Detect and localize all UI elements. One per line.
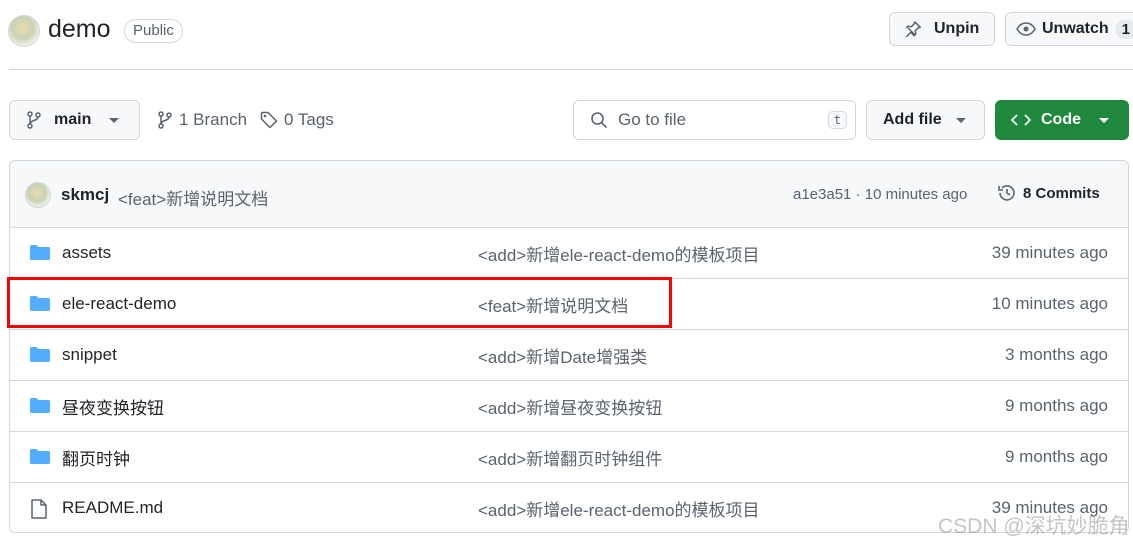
file-commit-message[interactable]: <add>新增ele-react-demo的模板项目 <box>478 241 760 266</box>
history-icon <box>997 183 1017 203</box>
commit-message[interactable]: <feat>新增说明文档 <box>118 185 268 210</box>
header-divider <box>9 69 1133 70</box>
file-row[interactable]: assets <add>新增ele-react-demo的模板项目 39 min… <box>9 227 1129 278</box>
folder-icon <box>30 346 50 363</box>
file-commit-time: 39 minutes ago <box>991 243 1108 262</box>
file-commit-message[interactable]: <add>新增ele-react-demo的模板项目 <box>478 496 760 521</box>
unwatch-label: Unwatch <box>1042 20 1109 37</box>
watermark: CSDN @深坑妙脆角 <box>938 515 1130 538</box>
file-name[interactable]: snippet <box>62 345 117 365</box>
repo-owner-avatar[interactable] <box>8 15 40 47</box>
commit-hash-time[interactable]: a1e3a51 · 10 minutes ago <box>793 186 967 203</box>
file-commit-message[interactable]: <add>新增翻页时钟组件 <box>478 445 662 470</box>
code-button[interactable]: Code <box>995 100 1129 140</box>
code-label: Code <box>1041 111 1081 128</box>
search-placeholder: Go to file <box>618 110 687 129</box>
branch-name: main <box>54 111 92 128</box>
eye-icon <box>1016 21 1036 37</box>
file-commit-time: 9 months ago <box>1004 396 1108 415</box>
chevron-down-icon <box>109 117 120 123</box>
file-name[interactable]: 翻页时钟 <box>62 445 130 470</box>
file-commit-message[interactable]: <add>新增昼夜变换按钮 <box>478 394 662 419</box>
file-commit-message[interactable]: <add>新增Date增强类 <box>478 343 647 368</box>
file-row[interactable]: 翻页时钟 <add>新增翻页时钟组件 9 months ago <box>9 431 1129 482</box>
file-row[interactable]: snippet <add>新增Date增强类 3 months ago <box>9 329 1129 380</box>
shortcut-key: t <box>827 111 847 129</box>
folder-icon <box>30 397 50 414</box>
unpin-label: Unpin <box>934 20 980 37</box>
chevron-down-icon <box>1099 117 1109 123</box>
watch-count: 1 <box>1114 19 1133 39</box>
unwatch-button[interactable]: Unwatch 1 <box>1005 12 1133 46</box>
commit-author[interactable]: skmcj <box>61 185 109 205</box>
file-name[interactable]: assets <box>62 243 111 263</box>
repo-name[interactable]: demo <box>48 15 111 44</box>
unpin-button[interactable]: Unpin <box>889 12 995 46</box>
file-commit-time: 10 minutes ago <box>991 294 1108 313</box>
file-row[interactable]: 昼夜变换按钮 <add>新增昼夜变换按钮 9 months ago <box>9 380 1129 431</box>
add-file-button[interactable]: Add file <box>866 100 985 140</box>
branches-link[interactable]: 1 Branch <box>157 110 247 130</box>
git-branch-icon <box>26 111 42 129</box>
file-commit-time: 9 months ago <box>1004 447 1108 466</box>
folder-icon <box>30 244 50 261</box>
file-commit-time: 3 months ago <box>1004 345 1108 364</box>
go-to-file-input[interactable]: Go to file t <box>573 100 856 140</box>
latest-commit-bar: skmcj <feat>新增说明文档 a1e3a51 · 10 minutes … <box>10 161 1128 227</box>
folder-icon <box>30 448 50 465</box>
git-branch-icon <box>157 111 173 129</box>
branch-select[interactable]: main <box>9 100 140 140</box>
highlight-box <box>7 277 672 328</box>
commits-link[interactable]: 8 Commits <box>997 183 1100 203</box>
file-name[interactable]: README.md <box>62 498 163 518</box>
file-name[interactable]: 昼夜变换按钮 <box>62 394 164 419</box>
branches-label: 1 Branch <box>179 110 248 129</box>
commits-label: 8 Commits <box>1023 184 1100 202</box>
commit-author-avatar[interactable] <box>25 182 51 208</box>
tags-label: 0 Tags <box>284 110 334 129</box>
search-icon <box>590 111 608 129</box>
code-icon <box>1011 112 1031 128</box>
tag-icon <box>260 111 278 129</box>
add-file-label: Add file <box>883 111 942 128</box>
pin-icon <box>904 20 922 38</box>
visibility-badge: Public <box>124 19 183 43</box>
chevron-down-icon <box>955 117 966 123</box>
tags-link[interactable]: 0 Tags <box>260 110 334 130</box>
file-icon <box>30 499 48 519</box>
